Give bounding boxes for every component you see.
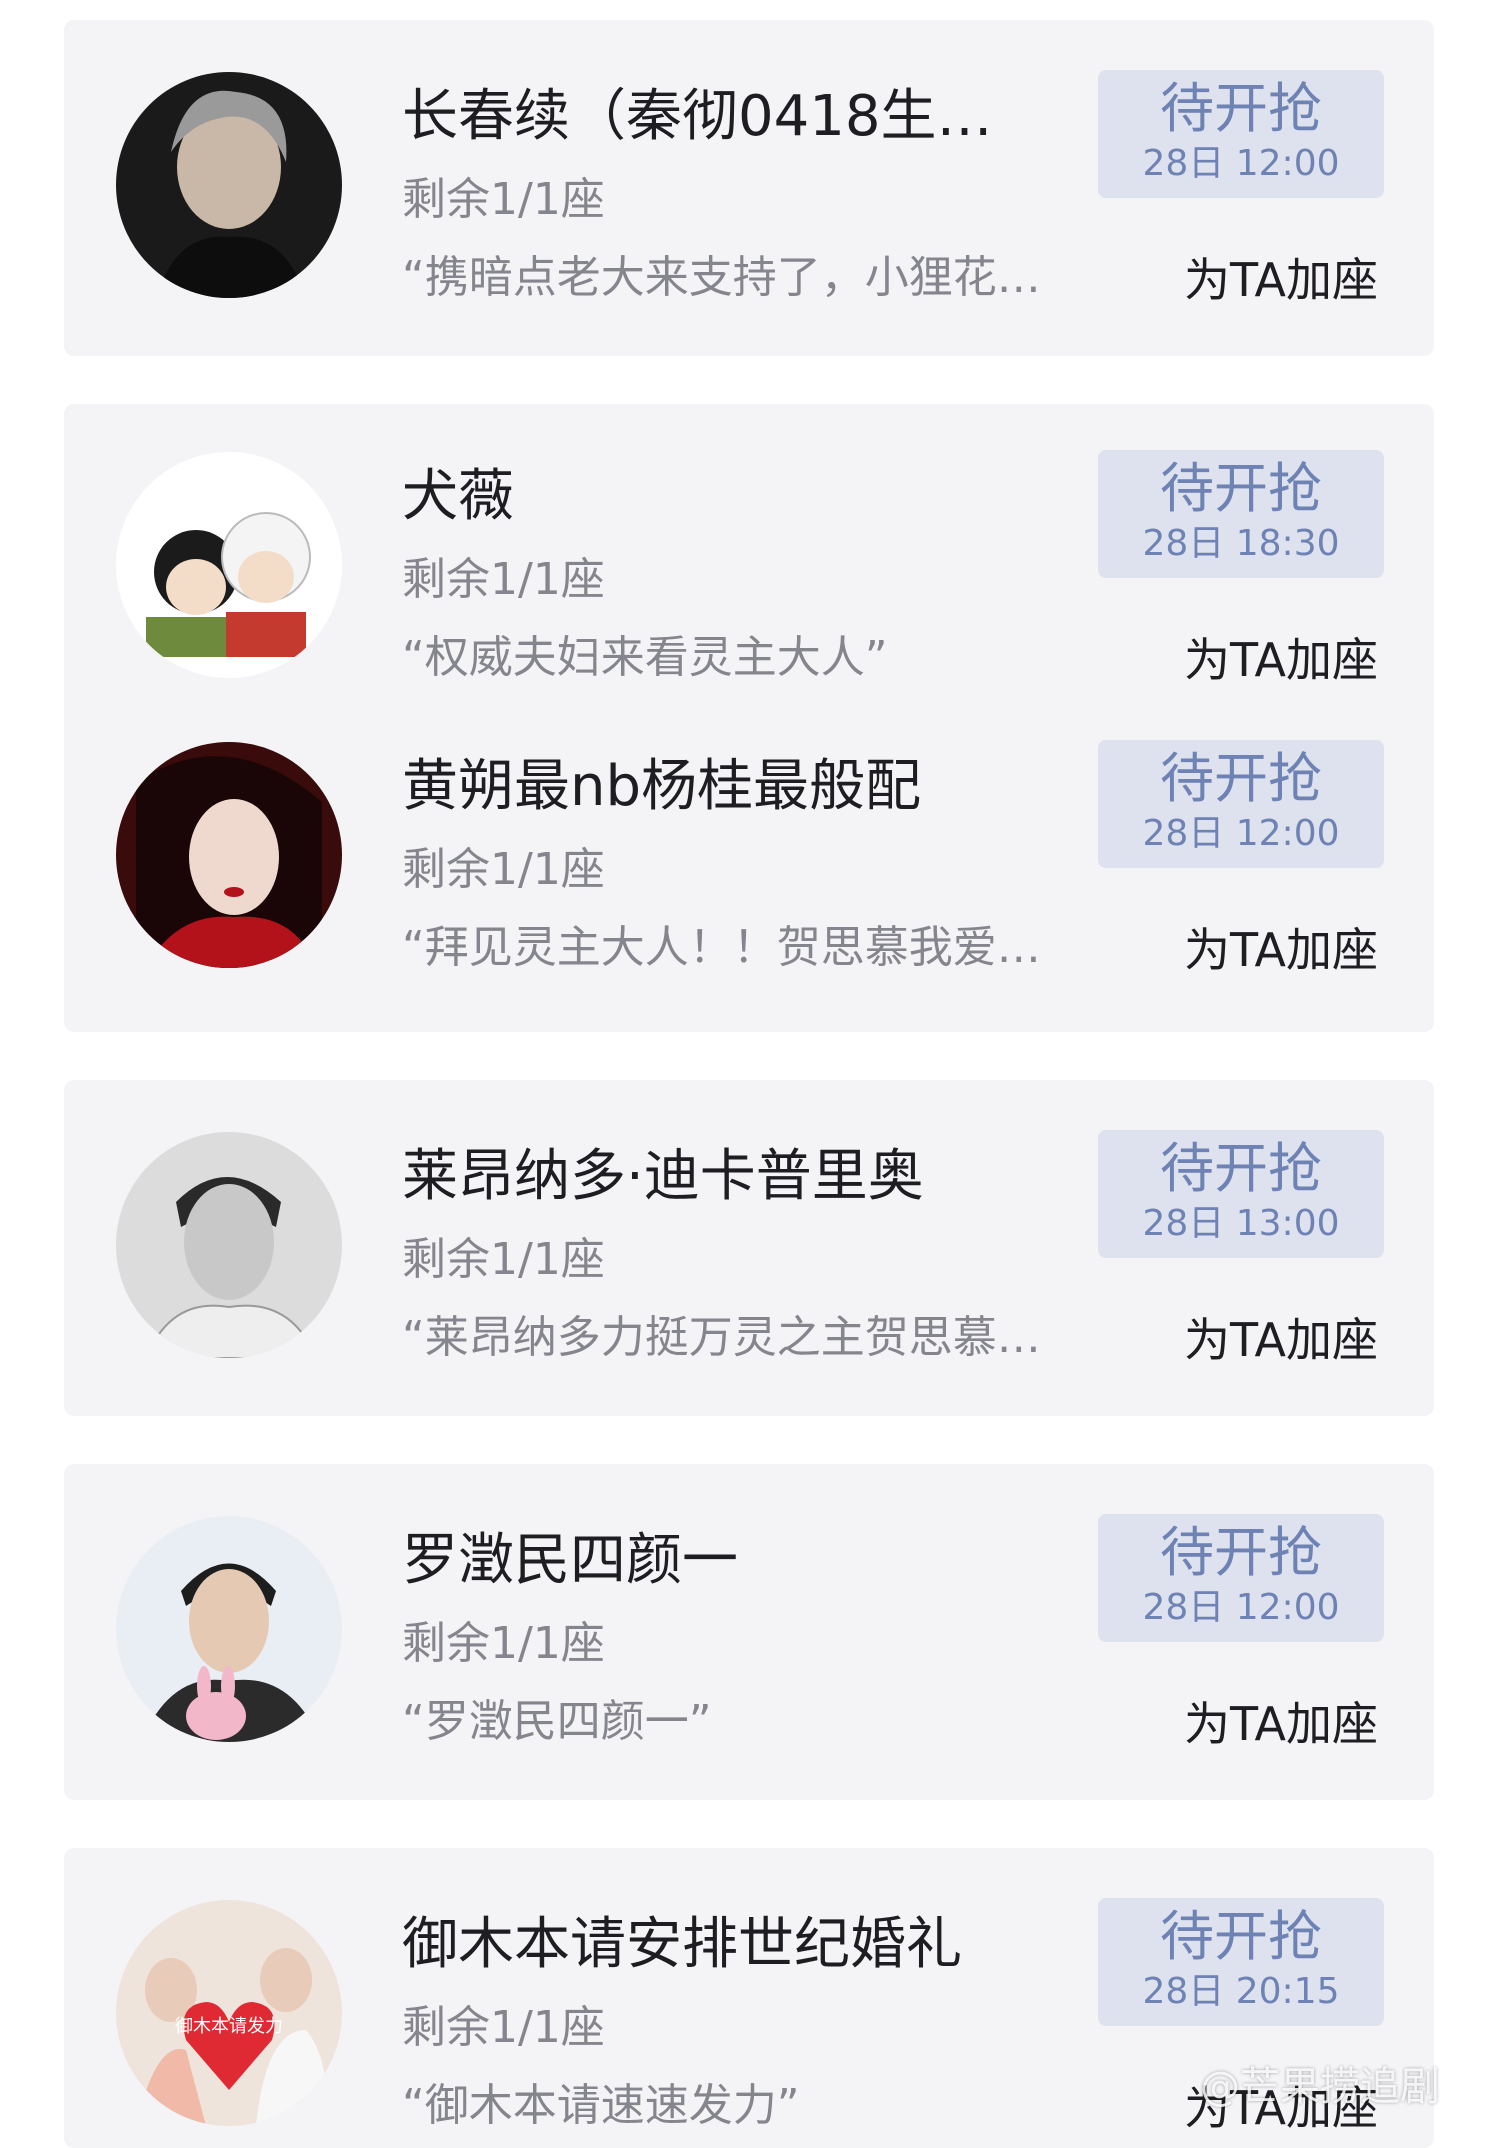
entry-name: 犬薇 bbox=[402, 464, 514, 529]
grab-status-button[interactable]: 待开抢 28日 13:00 bbox=[1098, 1130, 1384, 1258]
grab-time: 28日 20:15 bbox=[1142, 1971, 1340, 2012]
seats-remaining: 剩余1/1座 bbox=[402, 554, 605, 605]
avatar[interactable]: 御木本请发力 bbox=[116, 1900, 342, 2126]
grab-time: 28日 13:00 bbox=[1142, 1203, 1340, 1244]
seat-card: 莱昂纳多·迪卡普里奥 剩余1/1座 “莱昂纳多力挺万灵之主贺思慕… 待开抢 28… bbox=[64, 1080, 1434, 1416]
seat-entry[interactable]: 莱昂纳多·迪卡普里奥 剩余1/1座 “莱昂纳多力挺万灵之主贺思慕… 待开抢 28… bbox=[64, 1080, 1434, 1367]
entry-name: 黄朔最nb杨桂最般配 bbox=[402, 754, 922, 819]
seat-entry[interactable]: 长春续（秦彻0418生… 剩余1/1座 “携暗点老大来支持了，小狸花… 待开抢 … bbox=[64, 20, 1434, 307]
grab-status-button[interactable]: 待开抢 28日 12:00 bbox=[1098, 70, 1384, 198]
grab-time: 28日 12:00 bbox=[1142, 813, 1340, 854]
seat-card: 长春续（秦彻0418生… 剩余1/1座 “携暗点老大来支持了，小狸花… 待开抢 … bbox=[64, 20, 1434, 356]
entry-quote: “权威夫妇来看灵主大人” bbox=[402, 632, 888, 683]
grab-status-button[interactable]: 待开抢 28日 18:30 bbox=[1098, 450, 1384, 578]
entry-quote: “御木本请速速发力” bbox=[402, 2080, 800, 2131]
grab-status-button[interactable]: 待开抢 28日 12:00 bbox=[1098, 740, 1384, 868]
watermark: @芒果捞追剧 bbox=[1200, 2064, 1440, 2110]
grab-status-label: 待开抢 bbox=[1160, 457, 1322, 520]
grab-time: 28日 18:30 bbox=[1142, 523, 1340, 564]
avatar[interactable] bbox=[116, 72, 342, 298]
seat-card: 罗澂民四颜一 剩余1/1座 “罗澂民四颜一” 待开抢 28日 12:00 为TA… bbox=[64, 1464, 1434, 1800]
grab-status-label: 待开抢 bbox=[1160, 1137, 1322, 1200]
seat-entry[interactable]: 黄朔最nb杨桂最般配 剩余1/1座 “拜见灵主大人！！贺思慕我爱… 待开抢 28… bbox=[64, 694, 1434, 977]
avatar-caption: 御木本请发力 bbox=[175, 2016, 283, 2037]
avatar[interactable] bbox=[116, 1516, 342, 1742]
seat-card: 犬薇 剩余1/1座 “权威夫妇来看灵主大人” 待开抢 28日 18:30 为TA… bbox=[64, 404, 1434, 1032]
grab-status-label: 待开抢 bbox=[1160, 77, 1322, 140]
add-seat-button[interactable]: 为TA加座 bbox=[1184, 1696, 1378, 1752]
avatar[interactable] bbox=[116, 742, 342, 968]
entry-name: 莱昂纳多·迪卡普里奥 bbox=[402, 1144, 924, 1209]
seat-entry[interactable]: 犬薇 剩余1/1座 “权威夫妇来看灵主大人” 待开抢 28日 18:30 为TA… bbox=[64, 404, 1434, 687]
seats-remaining: 剩余1/1座 bbox=[402, 844, 605, 895]
seats-remaining: 剩余1/1座 bbox=[402, 174, 605, 225]
seat-list: 长春续（秦彻0418生… 剩余1/1座 “携暗点老大来支持了，小狸花… 待开抢 … bbox=[0, 0, 1500, 2148]
entry-quote: “罗澂民四颜一” bbox=[402, 1696, 712, 1747]
grab-status-label: 待开抢 bbox=[1160, 1521, 1322, 1584]
seats-remaining: 剩余1/1座 bbox=[402, 1618, 605, 1669]
add-seat-button[interactable]: 为TA加座 bbox=[1184, 922, 1378, 978]
grab-status-button[interactable]: 待开抢 28日 12:00 bbox=[1098, 1514, 1384, 1642]
entry-quote: “携暗点老大来支持了，小狸花… bbox=[402, 252, 1041, 303]
grab-status-label: 待开抢 bbox=[1160, 747, 1322, 810]
grab-status-button[interactable]: 待开抢 28日 20:15 bbox=[1098, 1898, 1384, 2026]
grab-time: 28日 12:00 bbox=[1142, 143, 1340, 184]
entry-name: 御木本请安排世纪婚礼 bbox=[402, 1912, 962, 1977]
avatar[interactable] bbox=[116, 1132, 342, 1358]
add-seat-button[interactable]: 为TA加座 bbox=[1184, 632, 1378, 688]
entry-quote: “莱昂纳多力挺万灵之主贺思慕… bbox=[402, 1312, 1041, 1363]
seat-entry[interactable]: 罗澂民四颜一 剩余1/1座 “罗澂民四颜一” 待开抢 28日 12:00 为TA… bbox=[64, 1464, 1434, 1751]
grab-status-label: 待开抢 bbox=[1160, 1905, 1322, 1968]
seats-remaining: 剩余1/1座 bbox=[402, 1234, 605, 1285]
entry-name: 罗澂民四颜一 bbox=[402, 1528, 738, 1593]
entry-name: 长春续（秦彻0418生… bbox=[402, 84, 993, 149]
avatar[interactable] bbox=[116, 452, 342, 678]
add-seat-button[interactable]: 为TA加座 bbox=[1184, 252, 1378, 308]
entry-quote: “拜见灵主大人！！贺思慕我爱… bbox=[402, 922, 1041, 973]
seats-remaining: 剩余1/1座 bbox=[402, 2002, 605, 2053]
grab-time: 28日 12:00 bbox=[1142, 1587, 1340, 1628]
add-seat-button[interactable]: 为TA加座 bbox=[1184, 1312, 1378, 1368]
